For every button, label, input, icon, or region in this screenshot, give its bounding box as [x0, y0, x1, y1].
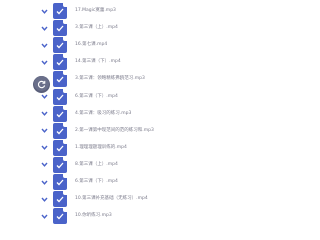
file-icon	[53, 191, 67, 208]
chevron-down-icon[interactable]	[39, 126, 49, 136]
file-name[interactable]: 10.第三课补充基础（无练习）.mp4	[75, 194, 148, 204]
chevron-down-icon[interactable]	[39, 23, 49, 33]
file-icon	[53, 37, 67, 54]
file-row[interactable]: 6.第三课（下）.mp4	[0, 88, 230, 105]
chevron-down-icon[interactable]	[39, 109, 49, 119]
chevron-down-icon[interactable]	[39, 40, 49, 50]
file-name[interactable]: 3.第三课：领略精练弗鸥范习.mp3	[75, 74, 145, 84]
refresh-icon	[37, 80, 46, 89]
chevron-down-icon[interactable]	[39, 177, 49, 187]
chevron-down-icon[interactable]	[39, 57, 49, 67]
file-row[interactable]: 6.第三课（下）.mp4	[0, 174, 230, 190]
file-row[interactable]: 4.第三课：吸习的练习.mp3	[0, 105, 230, 122]
file-icon	[53, 3, 67, 19]
file-list: 17.Magic寞蕾.mp3 3.第三课（上）.mp4 16.第七课.mp4 14.第…	[0, 0, 230, 230]
file-icon	[53, 20, 67, 37]
file-row[interactable]: 10.第三课补充基础（无练习）.mp4	[0, 191, 230, 208]
file-row[interactable]: 16.第七课.mp4	[0, 37, 230, 54]
chevron-down-icon[interactable]	[39, 160, 49, 170]
file-icon	[53, 71, 67, 88]
file-name[interactable]: 1.理理理题理训练的.mp4	[75, 143, 127, 153]
file-row[interactable]: 17.Magic寞蕾.mp3	[0, 3, 230, 19]
file-name[interactable]: 8.第三课（上）.mp4	[75, 160, 118, 170]
file-icon	[53, 139, 67, 156]
file-name[interactable]: 17.Magic寞蕾.mp3	[75, 6, 116, 16]
file-icon	[53, 105, 67, 122]
file-name[interactable]: 6.第三课（下）.mp4	[75, 177, 118, 187]
chevron-down-icon[interactable]	[39, 6, 49, 16]
file-icon	[53, 156, 67, 173]
file-row[interactable]: 1.理理理题理训练的.mp4	[0, 139, 230, 156]
file-name[interactable]: 4.第三课：吸习的练习.mp3	[75, 109, 131, 119]
chevron-down-icon[interactable]	[39, 194, 49, 204]
file-icon	[53, 208, 67, 225]
file-name[interactable]: 16.第七课.mp4	[75, 40, 107, 50]
file-icon	[53, 88, 67, 105]
file-icon	[53, 174, 67, 190]
file-row[interactable]: 8.第三课（上）.mp4	[0, 156, 230, 173]
file-row[interactable]: 2.第一课第中现范间的范的练习和.mp3	[0, 122, 230, 139]
file-row[interactable]: 3.第三课（上）.mp4	[0, 20, 230, 37]
file-icon	[53, 54, 67, 71]
file-name[interactable]: 3.第三课（上）.mp4	[75, 23, 118, 33]
file-icon	[53, 122, 67, 139]
floating-action-button[interactable]	[33, 76, 50, 93]
chevron-down-icon[interactable]	[39, 92, 49, 102]
chevron-down-icon[interactable]	[39, 211, 49, 221]
file-name[interactable]: 14.第三课（下）.mp4	[75, 57, 121, 67]
file-row[interactable]: 14.第三课（下）.mp4	[0, 54, 230, 71]
file-name[interactable]: 10.你听练习.mp3	[75, 211, 112, 221]
chevron-down-icon[interactable]	[39, 143, 49, 153]
file-name[interactable]: 2.第一课第中现范间的范的练习和.mp3	[75, 126, 154, 136]
file-row[interactable]: 10.你听练习.mp3	[0, 208, 230, 225]
file-name[interactable]: 6.第三课（下）.mp4	[75, 92, 118, 102]
